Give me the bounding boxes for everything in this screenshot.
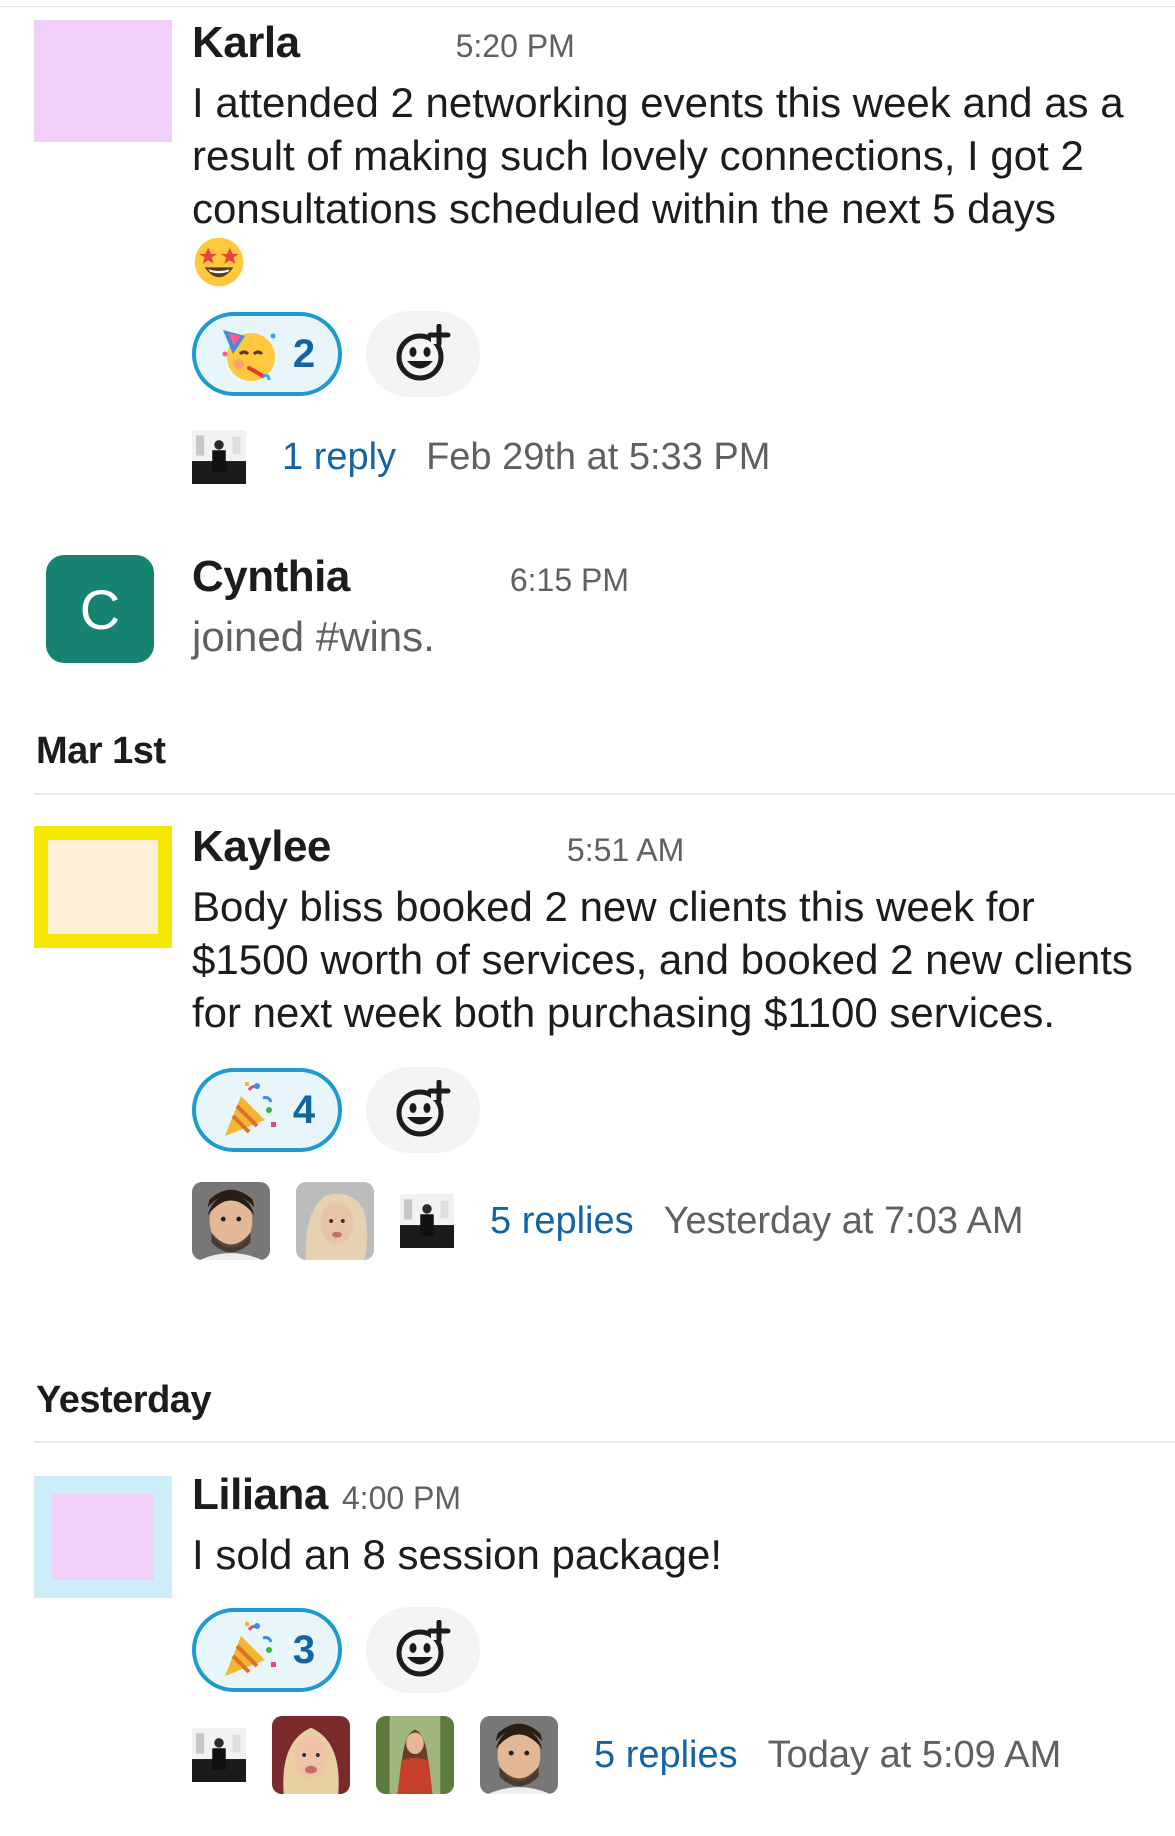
reply-count-link[interactable]: 5 replies	[594, 1734, 738, 1777]
partying-face-icon	[219, 324, 279, 384]
timestamp[interactable]: 4:00 PM	[342, 1480, 461, 1517]
thread-summary[interactable]: 5 replies Today at 5:09 AM	[192, 1713, 1155, 1797]
replier-avatar	[192, 1182, 270, 1260]
party-popper-icon	[219, 1620, 279, 1680]
last-reply-time: Feb 29th at 5:33 PM	[426, 435, 771, 478]
day-divider-line	[34, 793, 1175, 795]
thread-summary[interactable]: 1 reply Feb 29th at 5:33 PM	[192, 415, 1155, 499]
avatar-letter: C	[79, 577, 121, 641]
party-popper-icon	[219, 1080, 279, 1140]
replier-avatar	[192, 1715, 246, 1795]
add-reaction-button[interactable]	[366, 1607, 480, 1693]
reactions-bar: 4	[192, 1067, 1155, 1153]
avatar[interactable]	[34, 20, 172, 142]
reaction-button[interactable]: 4	[192, 1068, 342, 1152]
day-divider-label: Yesterday	[36, 1379, 212, 1421]
message-text: I attended 2 networking events this week…	[192, 76, 1155, 293]
thread-summary[interactable]: 5 replies Yesterday at 7:03 AM	[192, 1179, 1155, 1263]
timestamp[interactable]: 6:15 PM	[510, 562, 629, 599]
avatar[interactable]	[34, 826, 172, 948]
star-struck-icon	[192, 235, 246, 289]
message-text: Body bliss booked 2 new clients this wee…	[192, 883, 1133, 1036]
day-divider-label: Mar 1st	[36, 730, 166, 772]
reactions-bar: 3	[192, 1607, 1155, 1693]
replier-avatar	[400, 1181, 454, 1261]
reaction-count: 2	[292, 331, 316, 376]
replier-avatar	[272, 1716, 350, 1794]
avatar[interactable]	[34, 1476, 172, 1598]
reply-count-link[interactable]: 5 replies	[490, 1200, 634, 1243]
timestamp[interactable]: 5:51 AM	[567, 832, 684, 869]
add-reaction-icon	[393, 1080, 453, 1140]
author-name[interactable]: Karla	[192, 18, 300, 68]
author-name[interactable]: Liliana	[192, 1470, 328, 1520]
author-name[interactable]: Cynthia	[192, 552, 350, 602]
replier-avatar	[192, 417, 246, 497]
reactions-bar: 2	[192, 311, 1155, 397]
avatar[interactable]: C	[46, 555, 154, 663]
day-divider-line	[34, 1441, 1175, 1443]
add-reaction-button[interactable]	[366, 1067, 480, 1153]
reply-count-link[interactable]: 1 reply	[282, 436, 396, 479]
author-name[interactable]: Kaylee	[192, 822, 331, 872]
join-notice: joined #wins.	[192, 613, 435, 660]
top-divider	[0, 6, 1175, 7]
reaction-count: 3	[292, 1627, 316, 1672]
replier-avatar	[296, 1182, 374, 1260]
replier-avatar	[376, 1716, 454, 1794]
reaction-button[interactable]: 2	[192, 312, 342, 396]
replier-avatar	[480, 1716, 558, 1794]
timestamp[interactable]: 5:20 PM	[456, 28, 575, 65]
message-text: I sold an 8 session package!	[192, 1531, 723, 1578]
last-reply-time: Today at 5:09 AM	[767, 1733, 1062, 1776]
add-reaction-icon	[393, 1620, 453, 1680]
last-reply-time: Yesterday at 7:03 AM	[663, 1199, 1024, 1242]
reaction-count: 4	[292, 1087, 316, 1132]
add-reaction-button[interactable]	[366, 311, 480, 397]
reaction-button[interactable]: 3	[192, 1608, 342, 1692]
add-reaction-icon	[393, 324, 453, 384]
